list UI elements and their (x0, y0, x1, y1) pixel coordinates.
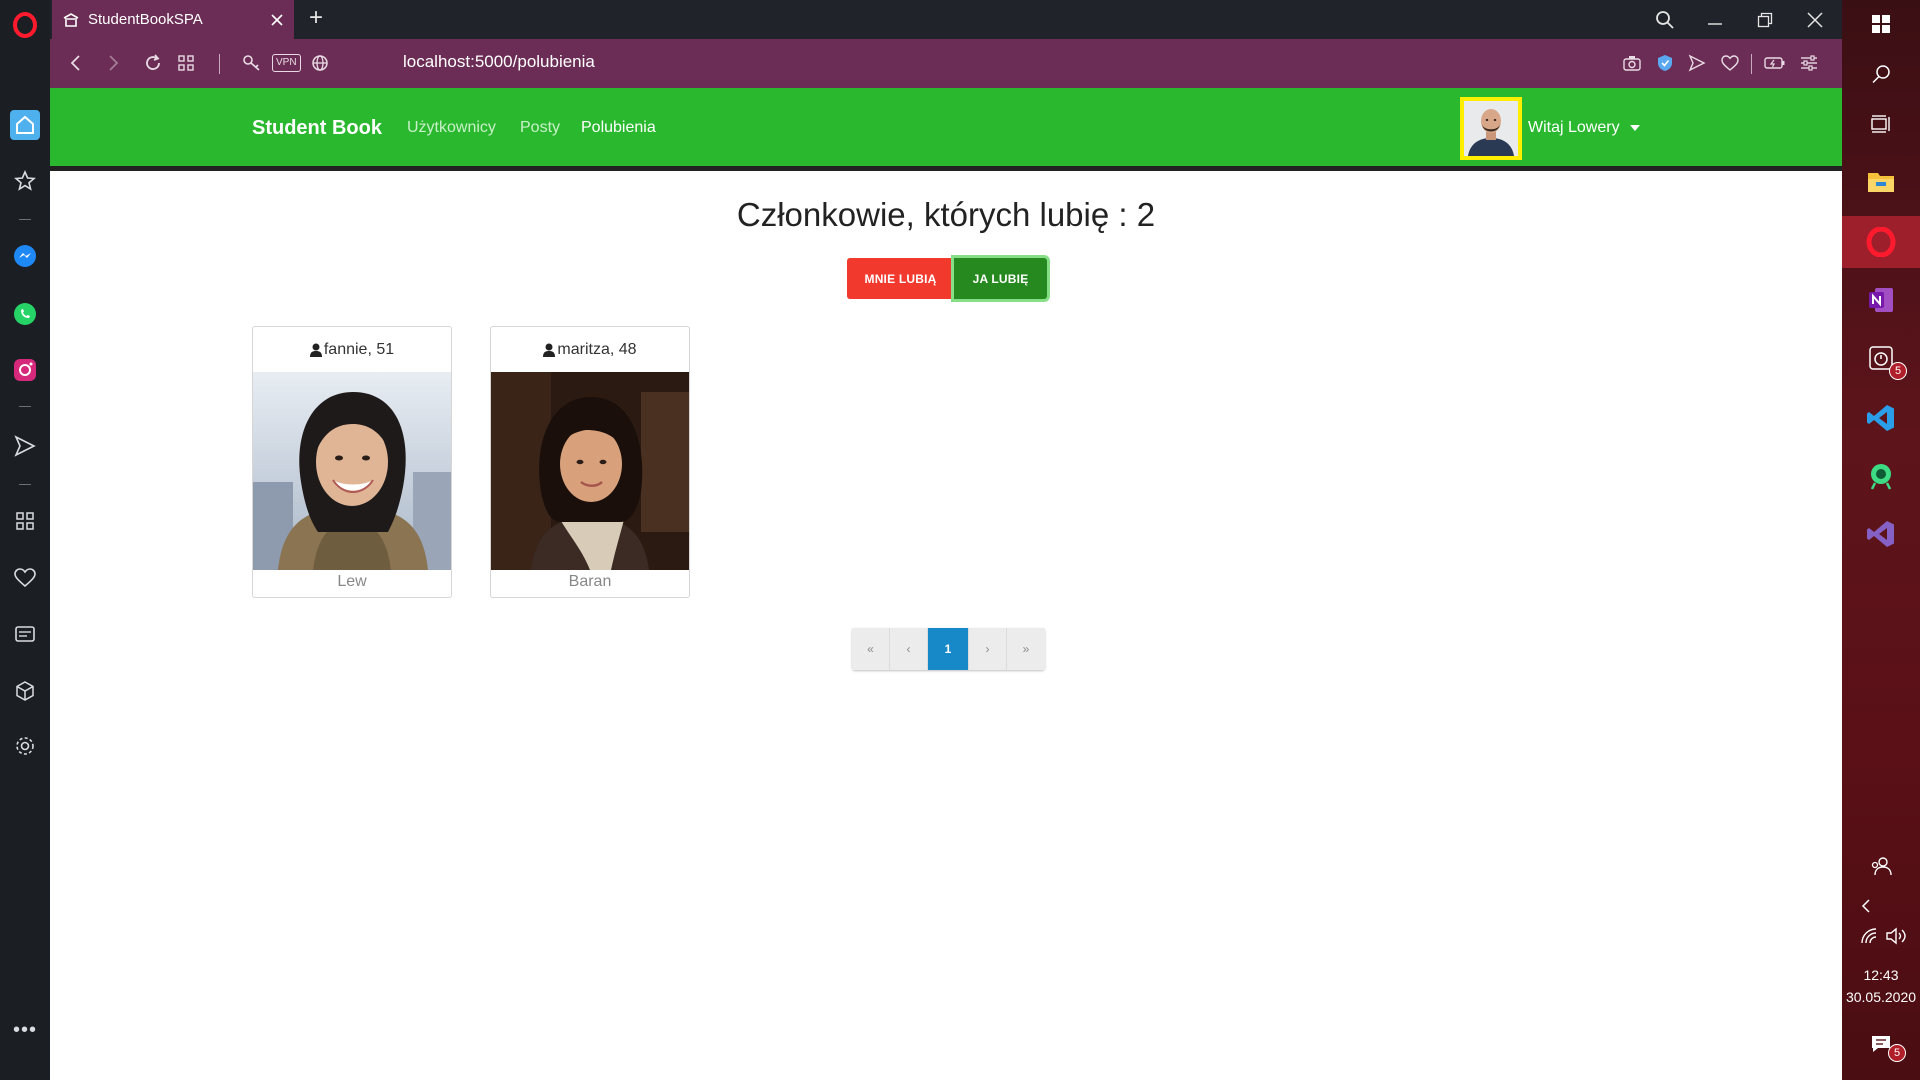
tab-favicon-icon (63, 12, 79, 27)
forward-arrow-icon[interactable] (102, 51, 126, 75)
windows-start-icon[interactable] (1861, 4, 1901, 44)
back-arrow-icon[interactable] (63, 51, 87, 75)
instagram-icon[interactable] (10, 355, 40, 385)
page-title: Członkowie, których lubię : 2 (736, 196, 1156, 233)
extensions-cube-icon[interactable] (10, 676, 40, 706)
reload-icon[interactable] (141, 51, 165, 75)
address-bar: VPN localhost:5000/polubienia (50, 39, 1842, 88)
clock-date[interactable]: 30.05.2020 (1842, 989, 1920, 1005)
browser-sidebar: ••• (0, 0, 50, 1080)
android-studio-icon[interactable] (1861, 456, 1901, 496)
opera-logo-icon[interactable] (10, 10, 40, 40)
tab-title: StudentBookSPA (88, 11, 203, 28)
sidebar-separator (19, 219, 31, 220)
liked-by-me-button[interactable]: MNIE LUBIĄ (847, 258, 954, 299)
battery-saver-icon[interactable] (1763, 51, 1787, 75)
send-flow-icon[interactable] (1685, 51, 1709, 75)
vpn-badge[interactable]: VPN (272, 54, 301, 72)
opera-taskbar-icon[interactable] (1861, 222, 1901, 262)
member-name-age: maritza, 48 (557, 340, 637, 358)
speed-dial-icon[interactable] (174, 51, 198, 75)
clock-time[interactable]: 12:43 (1842, 967, 1920, 983)
home-icon[interactable] (10, 110, 40, 140)
member-card[interactable]: maritza, 48 Baran (490, 326, 690, 598)
windows-taskbar: 5 5 (1842, 0, 1920, 1080)
news-icon[interactable] (10, 619, 40, 649)
nav-link-uzytkownicy[interactable]: Użytkownicy (407, 119, 496, 137)
member-card[interactable]: fannie, 51 Lew (252, 326, 452, 598)
onenote-icon[interactable] (1861, 280, 1901, 320)
pagination-prev[interactable]: ‹ (890, 628, 928, 670)
notification-badge: 5 (1889, 362, 1907, 380)
member-card-header: maritza, 48 (491, 327, 689, 372)
member-city: Baran (568, 573, 612, 590)
nav-link-polubienia[interactable]: Polubienia (581, 119, 656, 137)
pagination-first[interactable]: « (852, 628, 890, 670)
url-field[interactable]: localhost:5000/polubienia (403, 52, 595, 72)
messenger-icon[interactable] (10, 241, 40, 271)
restore-icon[interactable] (1740, 0, 1790, 39)
user-dropdown-toggle[interactable]: Witaj Lowery (1528, 119, 1620, 137)
volume-icon[interactable] (1876, 916, 1916, 956)
browser-tab[interactable]: StudentBookSPA (52, 0, 294, 39)
file-explorer-icon[interactable] (1861, 162, 1901, 202)
more-options-icon[interactable]: ••• (10, 1015, 40, 1045)
member-city: Lew (337, 573, 367, 590)
bookmark-heart-icon[interactable] (1718, 51, 1742, 75)
notification-count-badge: 5 (1888, 1044, 1906, 1062)
member-photo[interactable] (491, 372, 689, 570)
whatsapp-icon[interactable] (10, 299, 40, 329)
bookmarks-star-icon[interactable] (10, 166, 40, 196)
pagination-next[interactable]: › (969, 628, 1007, 670)
close-window-icon[interactable] (1790, 0, 1840, 39)
visual-studio-icon[interactable] (1861, 514, 1901, 554)
pagination-page-1[interactable]: 1 (928, 628, 969, 670)
search-icon[interactable] (1861, 54, 1901, 94)
task-view-icon[interactable] (1861, 104, 1901, 144)
easy-setup-sliders-icon[interactable] (1797, 51, 1821, 75)
site-navbar: Student Book Użytkownicy Posty Polubieni… (50, 88, 1842, 171)
pagination: « ‹ 1 › » (852, 628, 1045, 670)
search-tabs-icon[interactable] (1640, 0, 1690, 39)
ad-blocker-shield-icon[interactable] (1653, 51, 1677, 75)
user-avatar[interactable] (1460, 97, 1522, 160)
tab-close-icon[interactable] (270, 13, 284, 27)
user-icon (543, 343, 556, 357)
nav-link-posty[interactable]: Posty (520, 119, 560, 137)
vscode-icon[interactable] (1861, 398, 1901, 438)
user-icon (309, 343, 322, 357)
pagination-last[interactable]: » (1007, 628, 1045, 670)
sidebar-separator (19, 484, 31, 485)
heart-icon[interactable] (10, 563, 40, 593)
i-like-button[interactable]: JA LUBIĘ (954, 258, 1047, 299)
toolbar-separator (219, 54, 220, 74)
member-name-age: fannie, 51 (323, 340, 395, 358)
speed-dial-grid-icon[interactable] (10, 506, 40, 536)
member-photo[interactable] (253, 372, 451, 570)
people-icon[interactable] (1861, 846, 1901, 886)
caret-down-icon[interactable] (1630, 125, 1640, 131)
key-icon[interactable] (240, 51, 264, 75)
brand-link[interactable]: Student Book (252, 117, 382, 140)
globe-icon (308, 51, 332, 75)
sidebar-separator (19, 406, 31, 407)
minimize-icon[interactable] (1690, 0, 1740, 39)
toolbar-separator (1751, 54, 1752, 74)
flow-send-icon[interactable] (10, 431, 40, 461)
member-card-header: fannie, 51 (253, 327, 451, 372)
new-tab-plus-icon[interactable]: + (303, 6, 329, 32)
snapshot-camera-icon[interactable] (1620, 51, 1644, 75)
settings-gear-icon[interactable] (10, 731, 40, 761)
